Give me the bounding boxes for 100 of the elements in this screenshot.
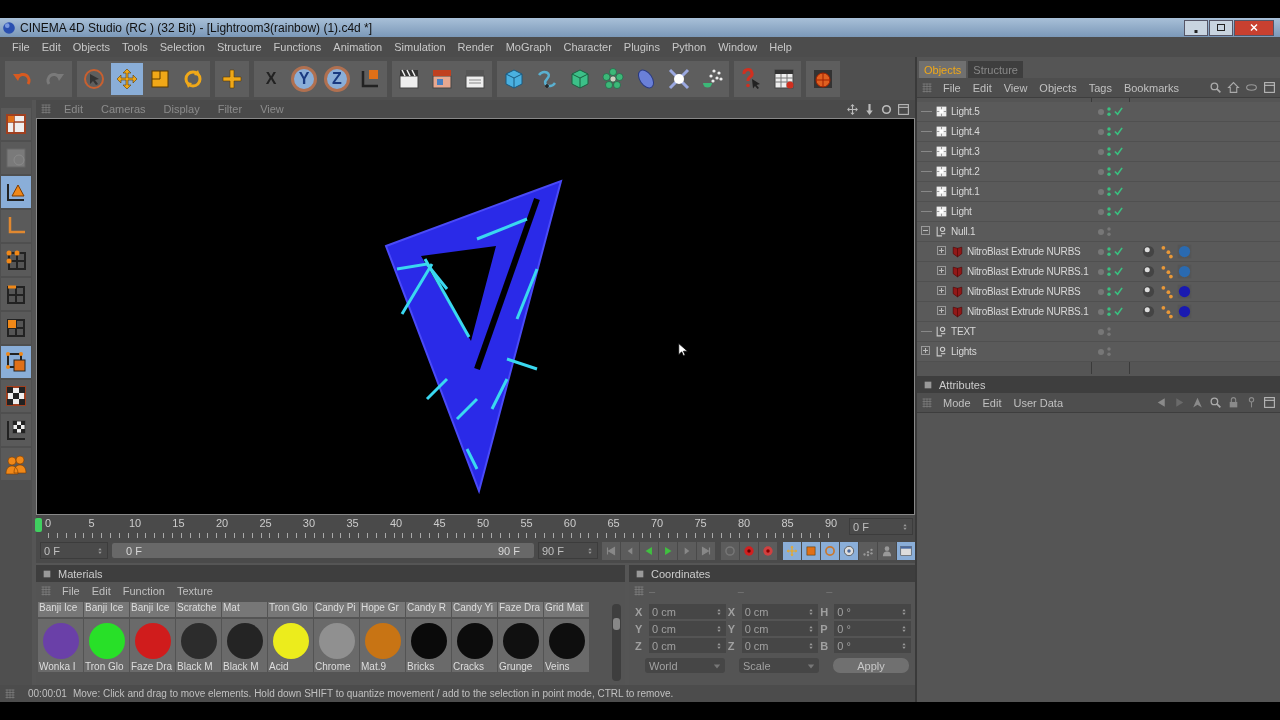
frame-field[interactable]: 0 F bbox=[849, 518, 913, 535]
playback-button[interactable] bbox=[878, 541, 896, 560]
menu-item[interactable]: MoGraph bbox=[499, 41, 558, 53]
check-icon[interactable] bbox=[1114, 127, 1123, 136]
panel-button[interactable] bbox=[1262, 80, 1277, 95]
menu-item[interactable]: Plugins bbox=[617, 41, 666, 53]
restore-button[interactable] bbox=[1209, 19, 1233, 36]
visibility-dots[interactable] bbox=[1106, 185, 1112, 198]
layer-dot[interactable] bbox=[1098, 268, 1104, 275]
menu-item[interactable]: Tools bbox=[116, 41, 154, 53]
menu-item[interactable]: File bbox=[6, 41, 36, 53]
material-label[interactable]: Banji Ice bbox=[84, 602, 129, 617]
mode-button[interactable] bbox=[1, 244, 31, 276]
material-label[interactable]: Candy Yi bbox=[452, 602, 497, 617]
menu-item[interactable]: Bookmarks bbox=[1117, 81, 1185, 94]
menu-item[interactable]: Texture bbox=[170, 585, 219, 597]
layer-dot[interactable] bbox=[1098, 128, 1104, 135]
menu-item[interactable]: Selection bbox=[153, 41, 211, 53]
material-label[interactable]: Scratche bbox=[176, 602, 221, 617]
expand-button[interactable] bbox=[921, 346, 932, 357]
material-label[interactable]: Hope Gr bbox=[360, 602, 405, 617]
object-name[interactable]: Light.1 bbox=[951, 186, 980, 197]
object-name[interactable]: NitroBlast Extrude NURBS bbox=[967, 246, 1081, 257]
material-label[interactable]: Mat bbox=[222, 602, 267, 617]
layer-dot[interactable] bbox=[1098, 348, 1104, 355]
panel-tab[interactable]: Objects bbox=[919, 61, 967, 78]
menu-item[interactable]: File bbox=[56, 585, 86, 597]
expand-button[interactable] bbox=[937, 306, 948, 317]
object-name[interactable]: Light.2 bbox=[951, 166, 980, 177]
menu-item[interactable]: User Data bbox=[1007, 396, 1070, 409]
material-swatch[interactable]: Black M bbox=[222, 619, 267, 672]
layer-dot[interactable] bbox=[1098, 228, 1104, 235]
playhead-marker[interactable] bbox=[35, 517, 42, 532]
menu-item[interactable]: Python bbox=[665, 41, 713, 53]
mode-button[interactable] bbox=[1, 380, 31, 412]
menu-item[interactable]: Edit bbox=[976, 396, 1008, 409]
object-name[interactable]: NitroBlast Extrude NURBS.1 bbox=[967, 266, 1089, 277]
layer-dot[interactable] bbox=[1098, 188, 1104, 195]
minimize-button[interactable] bbox=[1184, 19, 1208, 36]
start-frame-field[interactable]: 0 F bbox=[40, 542, 108, 559]
object-name[interactable]: Light.4 bbox=[951, 126, 980, 137]
playback-button[interactable] bbox=[659, 541, 677, 560]
expand-button[interactable] bbox=[937, 266, 948, 277]
mode-button[interactable] bbox=[1, 176, 31, 208]
visibility-dots[interactable] bbox=[1106, 265, 1112, 278]
close-button[interactable] bbox=[1234, 19, 1274, 36]
menu-item[interactable]: Display bbox=[155, 103, 210, 115]
visibility-dots[interactable] bbox=[1106, 245, 1112, 258]
tool-button[interactable]: X bbox=[255, 62, 287, 95]
check-icon[interactable] bbox=[1114, 167, 1123, 176]
check-icon[interactable] bbox=[1114, 207, 1123, 216]
material-swatch[interactable]: Wonka I bbox=[38, 619, 83, 672]
material-label[interactable]: Faze Dra bbox=[498, 602, 543, 617]
visibility-dots[interactable] bbox=[1106, 345, 1112, 358]
scrollbar-thumb[interactable] bbox=[613, 618, 620, 630]
visibility-dots[interactable] bbox=[1106, 145, 1112, 158]
menu-item[interactable]: Edit bbox=[56, 103, 93, 115]
material-swatch[interactable]: Cracks bbox=[452, 619, 497, 672]
material-swatch[interactable]: Grunge bbox=[498, 619, 543, 672]
material-swatch[interactable]: Black M bbox=[176, 619, 221, 672]
visibility-dots[interactable] bbox=[1106, 105, 1112, 118]
object-name[interactable]: NitroBlast Extrude NURBS bbox=[967, 286, 1081, 297]
range-bar[interactable]: 0 F 90 F bbox=[112, 543, 534, 558]
mode-button[interactable] bbox=[1, 108, 31, 140]
check-icon[interactable] bbox=[1114, 107, 1123, 116]
mode-button[interactable] bbox=[1, 414, 31, 446]
view-button[interactable] bbox=[845, 101, 860, 117]
layer-dot[interactable] bbox=[1098, 328, 1104, 335]
menu-item[interactable]: Filter bbox=[209, 103, 253, 115]
visibility-dots[interactable] bbox=[1106, 165, 1112, 178]
menu-item[interactable]: Functions bbox=[267, 41, 328, 53]
layer-dot[interactable] bbox=[1098, 108, 1104, 115]
material-label[interactable]: Grid Mat bbox=[544, 602, 589, 617]
material-label[interactable]: Banji Ice bbox=[38, 602, 83, 617]
visibility-dots[interactable] bbox=[1106, 225, 1112, 238]
material-label[interactable]: Tron Glo bbox=[268, 602, 313, 617]
material-label[interactable]: Banji Ice bbox=[130, 602, 175, 617]
material-tag-icon[interactable] bbox=[1177, 284, 1192, 299]
tool-button[interactable]: Y bbox=[291, 65, 317, 92]
object-name[interactable]: Light.5 bbox=[951, 106, 980, 117]
view-button[interactable] bbox=[896, 101, 911, 117]
visibility-dots[interactable] bbox=[1106, 205, 1112, 218]
playback-button[interactable] bbox=[783, 541, 801, 560]
layer-dot[interactable] bbox=[1098, 208, 1104, 215]
check-icon[interactable] bbox=[1114, 267, 1123, 276]
playback-button[interactable] bbox=[897, 541, 915, 560]
menu-item[interactable]: Help bbox=[763, 41, 798, 53]
material-swatch[interactable]: Acid bbox=[268, 619, 313, 672]
playback-button[interactable] bbox=[640, 541, 658, 560]
panel-button[interactable] bbox=[1262, 395, 1277, 410]
material-swatch[interactable]: Tron Glo bbox=[84, 619, 129, 672]
layer-dot[interactable] bbox=[1098, 168, 1104, 175]
material-tag-icon[interactable] bbox=[1177, 304, 1192, 319]
mode-button[interactable] bbox=[1, 312, 31, 344]
menu-item[interactable]: File bbox=[937, 81, 967, 94]
panel-button[interactable] bbox=[1208, 80, 1223, 95]
menu-item[interactable]: Simulation bbox=[388, 41, 452, 53]
menu-item[interactable]: Objects bbox=[1033, 81, 1083, 94]
playback-button[interactable] bbox=[802, 541, 820, 560]
mode-button[interactable] bbox=[1, 346, 31, 378]
